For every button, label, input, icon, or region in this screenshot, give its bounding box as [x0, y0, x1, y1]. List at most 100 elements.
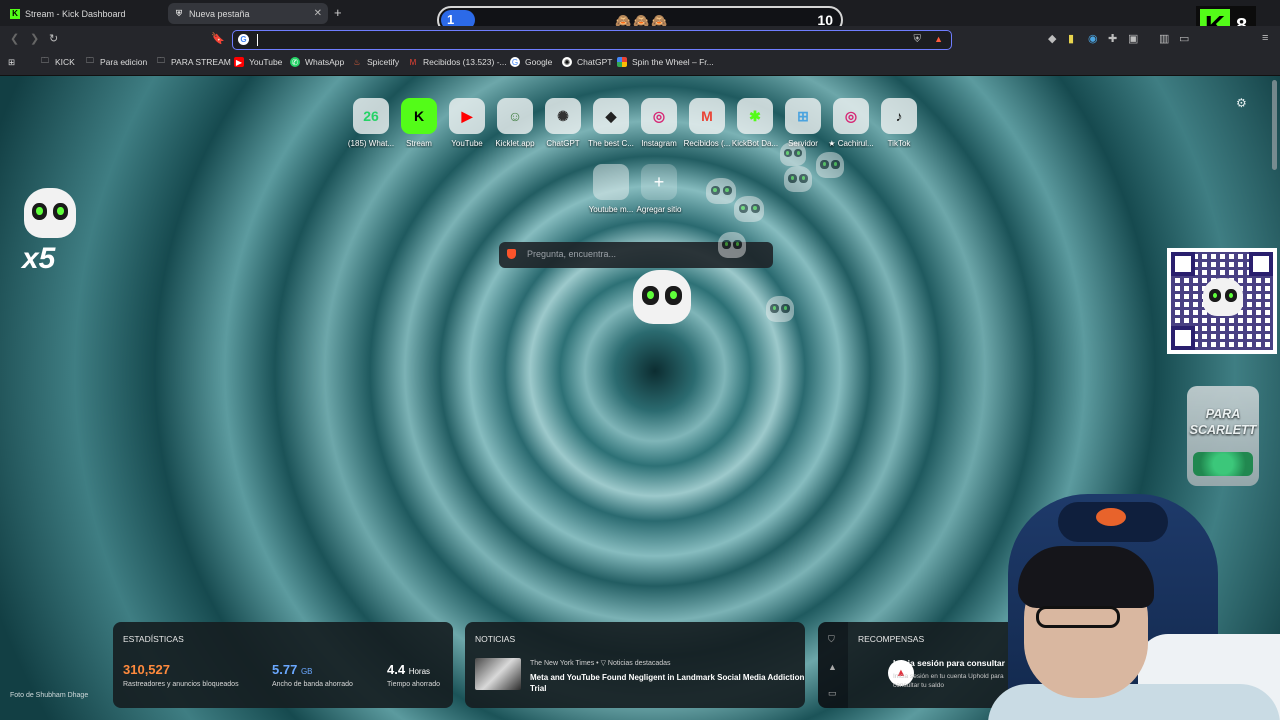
- skull-icon: [816, 152, 844, 178]
- stats-widget[interactable]: ESTADÍSTICAS 310,527 Rastreadores y anun…: [113, 622, 453, 708]
- apps-icon[interactable]: ⊞: [8, 57, 15, 68]
- shield-icon[interactable]: ⛉: [828, 634, 835, 645]
- brave-shields-icon[interactable]: ⛨: [914, 34, 922, 45]
- wallet-icon[interactable]: ▭: [828, 688, 837, 699]
- filter-icon: ▽: [600, 660, 606, 667]
- bookmark-label: PARA STREAM: [171, 57, 231, 67]
- reload-icon[interactable]: ↻: [49, 32, 58, 45]
- search-placeholder: Pregunta, encuentra...: [527, 249, 617, 259]
- top-site-instagram[interactable]: ◎ Instagram: [635, 98, 683, 148]
- bookmark-chatgpt[interactable]: ✺ ChatGPT: [562, 57, 612, 67]
- close-tab-icon[interactable]: ✕: [314, 8, 322, 19]
- bookmark-label: WhatsApp: [305, 57, 345, 67]
- scrollbar[interactable]: [1272, 80, 1277, 170]
- add-site-button[interactable]: + Agregar sitio: [635, 164, 683, 214]
- skull-icon: [706, 178, 736, 204]
- bookmark-para-edicion[interactable]: 🗀 Para edicion: [85, 56, 147, 67]
- brave-rewards-icon[interactable]: ▲: [934, 34, 943, 44]
- bookmark-para-stream[interactable]: 🗀 PARA STREAM: [156, 56, 231, 67]
- bookmarks-bar: ⊞ 🗀 KICK 🗀 Para edicion 🗀 PARA STREAM ▶ YouT…: [0, 52, 1280, 76]
- top-site-gmail[interactable]: M Recibidos (...: [683, 98, 731, 148]
- news-widget[interactable]: NOTICIAS The New York Times • ▽ Noticias…: [465, 622, 805, 708]
- time-value: 4.4: [387, 662, 406, 677]
- wallet-icon[interactable]: ▭: [1179, 32, 1189, 45]
- site-icon: ◆: [593, 98, 629, 134]
- back-icon[interactable]: ❮: [10, 32, 19, 45]
- extensions-icon[interactable]: ✚: [1108, 32, 1117, 45]
- multiplier-text: x5: [22, 242, 56, 275]
- bandwidth-unit: GB: [300, 667, 313, 676]
- kick-icon: K: [10, 8, 20, 19]
- address-bar[interactable]: G ⛨ ▲: [232, 30, 952, 50]
- news-title: NOTICIAS: [475, 634, 516, 644]
- jar-gems: [1193, 452, 1253, 476]
- forward-icon[interactable]: ❯: [30, 32, 39, 45]
- bookmark-label: Spicetify: [367, 57, 400, 67]
- news-headline[interactable]: Meta and YouTube Found Negligent in Land…: [530, 672, 805, 694]
- extension-audio-icon[interactable]: ◉: [1088, 32, 1098, 45]
- tab-title: Nueva pestaña: [189, 8, 250, 19]
- bookmark-icon[interactable]: 🔖: [211, 32, 225, 45]
- skull-icon: [780, 142, 806, 166]
- bookmark-kick[interactable]: 🗀 KICK: [40, 56, 75, 67]
- top-site-the-best-c[interactable]: ◆ The best C...: [587, 98, 635, 148]
- bookmark-label: YouTube: [249, 57, 283, 67]
- bookmark-google[interactable]: G Google: [510, 57, 552, 67]
- bookmark-label: Recibidos (13.523) -...: [423, 57, 507, 67]
- bandwidth-label: Ancho de banda ahorrado: [272, 681, 353, 688]
- bookmark-spicetify[interactable]: ♨ Spicetify: [352, 57, 399, 67]
- top-site-stream[interactable]: K Stream: [395, 98, 443, 148]
- time-label: Tiempo ahorrado: [387, 681, 441, 688]
- bat-icon[interactable]: ▲: [828, 662, 837, 672]
- bookmark-gmail[interactable]: M Recibidos (13.523) -...: [408, 57, 507, 67]
- top-site-youtube[interactable]: ▶ YouTube: [443, 98, 491, 148]
- kickbot-icon: ✱: [737, 98, 773, 134]
- bookmark-label: KICK: [55, 57, 75, 67]
- top-site-label: Instagram: [641, 139, 677, 148]
- settings-gear-icon[interactable]: ⚙: [1236, 96, 1247, 110]
- top-site-whatsapp[interactable]: 26 (185) What...: [347, 98, 395, 148]
- google-icon: G: [238, 34, 249, 45]
- chair-logo-icon: [1096, 508, 1126, 526]
- news-tag: Noticias destacadas: [607, 660, 671, 667]
- skull-icon: [633, 270, 691, 324]
- spicetify-icon: ♨: [353, 57, 361, 67]
- skull-icon: [766, 296, 794, 322]
- stats-title: ESTADÍSTICAS: [123, 634, 184, 644]
- youtube-icon: ▶: [234, 57, 244, 67]
- kick-icon: K: [401, 98, 437, 134]
- bookmark-whatsapp[interactable]: ✆ WhatsApp: [290, 57, 344, 67]
- new-tab-button[interactable]: +: [334, 5, 342, 20]
- news-source: The New York Times: [530, 660, 595, 667]
- top-site-cachirul[interactable]: ◎ ★ Cachirul...: [827, 98, 875, 148]
- skull-icon: [24, 188, 76, 238]
- extension-diamond-icon[interactable]: ◆: [1048, 32, 1056, 45]
- top-site-chatgpt[interactable]: ✺ ChatGPT: [539, 98, 587, 148]
- top-site-kicklet[interactable]: ☺ Kicklet.app: [491, 98, 539, 148]
- top-site-label: TikTok: [887, 139, 911, 148]
- top-site-servidor[interactable]: ⊞ Servidor: [779, 98, 827, 148]
- menu-icon[interactable]: ≡: [1262, 32, 1268, 44]
- extension-note-icon[interactable]: ▮: [1068, 32, 1074, 45]
- screenshot-icon[interactable]: ▣: [1128, 32, 1138, 45]
- tab-kick-dashboard[interactable]: K Stream - Kick Dashboard: [4, 3, 164, 24]
- top-site-label: (185) What...: [347, 139, 395, 148]
- top-site-label: Kicklet.app: [495, 139, 535, 148]
- photo-credit[interactable]: Foto de Shubham Dhage: [10, 692, 88, 699]
- trackers-value: 310,527: [123, 662, 170, 677]
- streamer-glasses: [1036, 606, 1120, 628]
- top-site-tiktok[interactable]: ♪ TikTok: [875, 98, 923, 148]
- trackers-stat: 310,527 Rastreadores y anuncios bloquead…: [123, 662, 239, 688]
- sidebar-icon[interactable]: ▥: [1159, 32, 1169, 45]
- plus-icon: +: [641, 164, 677, 200]
- bookmark-spin-the-wheel[interactable]: Spin the Wheel – Fr...: [617, 57, 714, 67]
- bookmark-youtube[interactable]: ▶ YouTube: [234, 57, 282, 67]
- whatsapp-icon: ✆: [290, 57, 300, 67]
- tab-new-tab[interactable]: ⛨ Nueva pestaña ✕: [168, 3, 328, 24]
- top-site-youtube-music[interactable]: Youtube m...: [587, 164, 635, 214]
- top-site-kickbot[interactable]: ✱ KickBot Da...: [731, 98, 779, 148]
- new-tab-page: ⚙ 26 (185) What... K Stream ▶ YouTube ☺ Kick…: [0, 76, 1280, 720]
- wheel-icon: [617, 57, 627, 67]
- folder-icon: 🗀: [157, 56, 165, 65]
- streamer-hair: [1018, 546, 1154, 608]
